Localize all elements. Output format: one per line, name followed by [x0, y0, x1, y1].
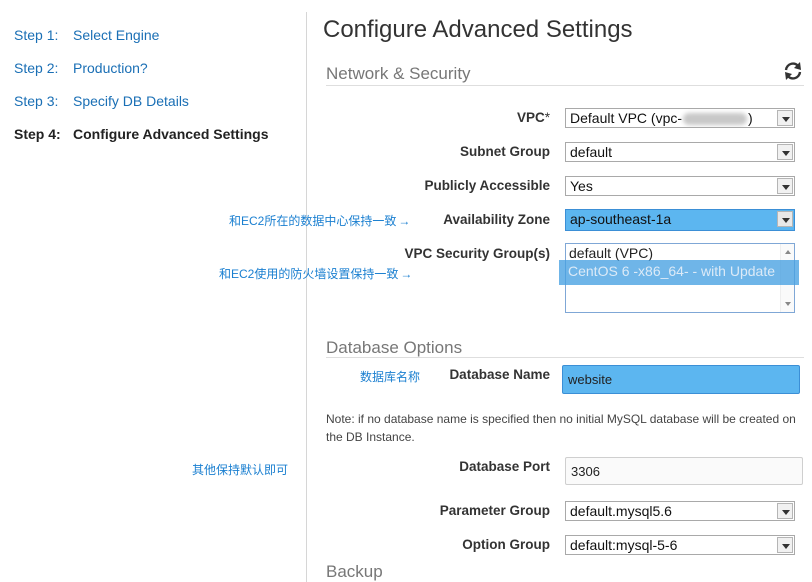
parameter-group-select[interactable]: default.mysql5.6 [565, 501, 795, 521]
annotation-az-text: 和EC2所在的数据中心保持一致 [229, 214, 397, 228]
wizard-sidebar: Step 1: Select Engine Step 2: Production… [0, 0, 306, 582]
section-network-security: Network & Security [326, 64, 471, 83]
scroll-down-icon[interactable] [785, 302, 791, 306]
option-group-select[interactable]: default:mysql-5-6 [565, 535, 795, 555]
availability-zone-label: Availability Zone [443, 212, 550, 227]
publicly-accessible-select[interactable]: Yes [565, 176, 795, 196]
arrow-right-icon: → [400, 267, 413, 281]
step-4-number: Step 4: [14, 126, 61, 142]
annotation-others-default: 其他保持默认即可 [192, 463, 289, 477]
section-backup: Backup [326, 562, 383, 581]
security-group-option[interactable]: default (VPC) [566, 244, 794, 262]
listbox-scrollbar[interactable] [780, 244, 794, 312]
vpc-select[interactable]: Default VPC (vpc-) [565, 108, 795, 128]
step-2-number: Step 2: [14, 60, 59, 76]
parameter-group-label: Parameter Group [439, 503, 550, 518]
availability-zone-value: ap-southeast-1a [570, 211, 672, 227]
step-1-label: Select Engine [73, 27, 160, 43]
option-group-value: default:mysql-5-6 [570, 537, 678, 553]
vpc-security-groups-listbox[interactable]: default (VPC) [565, 243, 795, 313]
subnet-group-label: Subnet Group [460, 144, 550, 159]
publicly-accessible-label: Publicly Accessible [424, 178, 550, 193]
step-2-link[interactable]: Step 2: Production? [14, 60, 148, 76]
parameter-group-value: default.mysql5.6 [570, 503, 672, 519]
chevron-down-icon [777, 537, 793, 553]
annotation-security-group: 和EC2使用的防火墙设置保持一致 → [219, 265, 412, 282]
redacted-vpc-id [683, 113, 748, 126]
annotation-availability-zone: 和EC2所在的数据中心保持一致 → [229, 212, 410, 229]
vpc-value-suffix: ) [748, 110, 753, 126]
step-1-number: Step 1: [14, 27, 59, 43]
annotation-sg-text: 和EC2使用的防火墙设置保持一致 [219, 267, 399, 281]
arrow-right-icon: → [398, 214, 411, 228]
section-rule-network [326, 85, 804, 86]
subnet-group-select[interactable]: default [565, 142, 795, 162]
step-3-number: Step 3: [14, 93, 59, 109]
chevron-down-icon [777, 110, 793, 126]
chevron-down-icon [777, 144, 793, 160]
publicly-accessible-value: Yes [570, 178, 593, 194]
step-3-link[interactable]: Step 3: Specify DB Details [14, 93, 189, 109]
database-port-input[interactable]: 3306 [565, 457, 803, 485]
availability-zone-select[interactable]: ap-southeast-1a [565, 209, 795, 231]
vpc-label: VPC* [517, 110, 550, 125]
required-mark: * [544, 110, 550, 125]
section-rule-database [326, 357, 804, 358]
subnet-group-value: default [570, 144, 613, 160]
vpc-value-prefix: Default VPC (vpc- [570, 110, 683, 126]
chevron-down-icon [777, 178, 793, 194]
database-port-label: Database Port [459, 459, 550, 474]
database-name-input[interactable]: website [562, 365, 800, 394]
section-database-options: Database Options [326, 338, 463, 357]
step-4-label: Configure Advanced Settings [73, 126, 269, 142]
chevron-down-icon [777, 211, 793, 227]
step-4-current: Step 4: Configure Advanced Settings [14, 126, 269, 142]
step-3-label: Specify DB Details [73, 93, 189, 109]
chevron-down-icon [777, 503, 793, 519]
page-title: Configure Advanced Settings [323, 16, 633, 43]
annotation-database-name: 数据库名称 [360, 370, 421, 384]
scroll-up-icon[interactable] [785, 250, 791, 254]
database-name-label: Database Name [449, 367, 550, 382]
refresh-icon[interactable] [782, 60, 804, 82]
vpc-label-text: VPC [516, 110, 545, 125]
step-1-link[interactable]: Step 1: Select Engine [14, 27, 159, 43]
database-name-note: Note: if no database name is specified t… [326, 412, 796, 444]
sidebar-divider [306, 12, 307, 582]
step-2-label: Production? [73, 60, 148, 76]
vpc-security-groups-label: VPC Security Group(s) [404, 246, 550, 261]
option-group-label: Option Group [462, 537, 550, 552]
